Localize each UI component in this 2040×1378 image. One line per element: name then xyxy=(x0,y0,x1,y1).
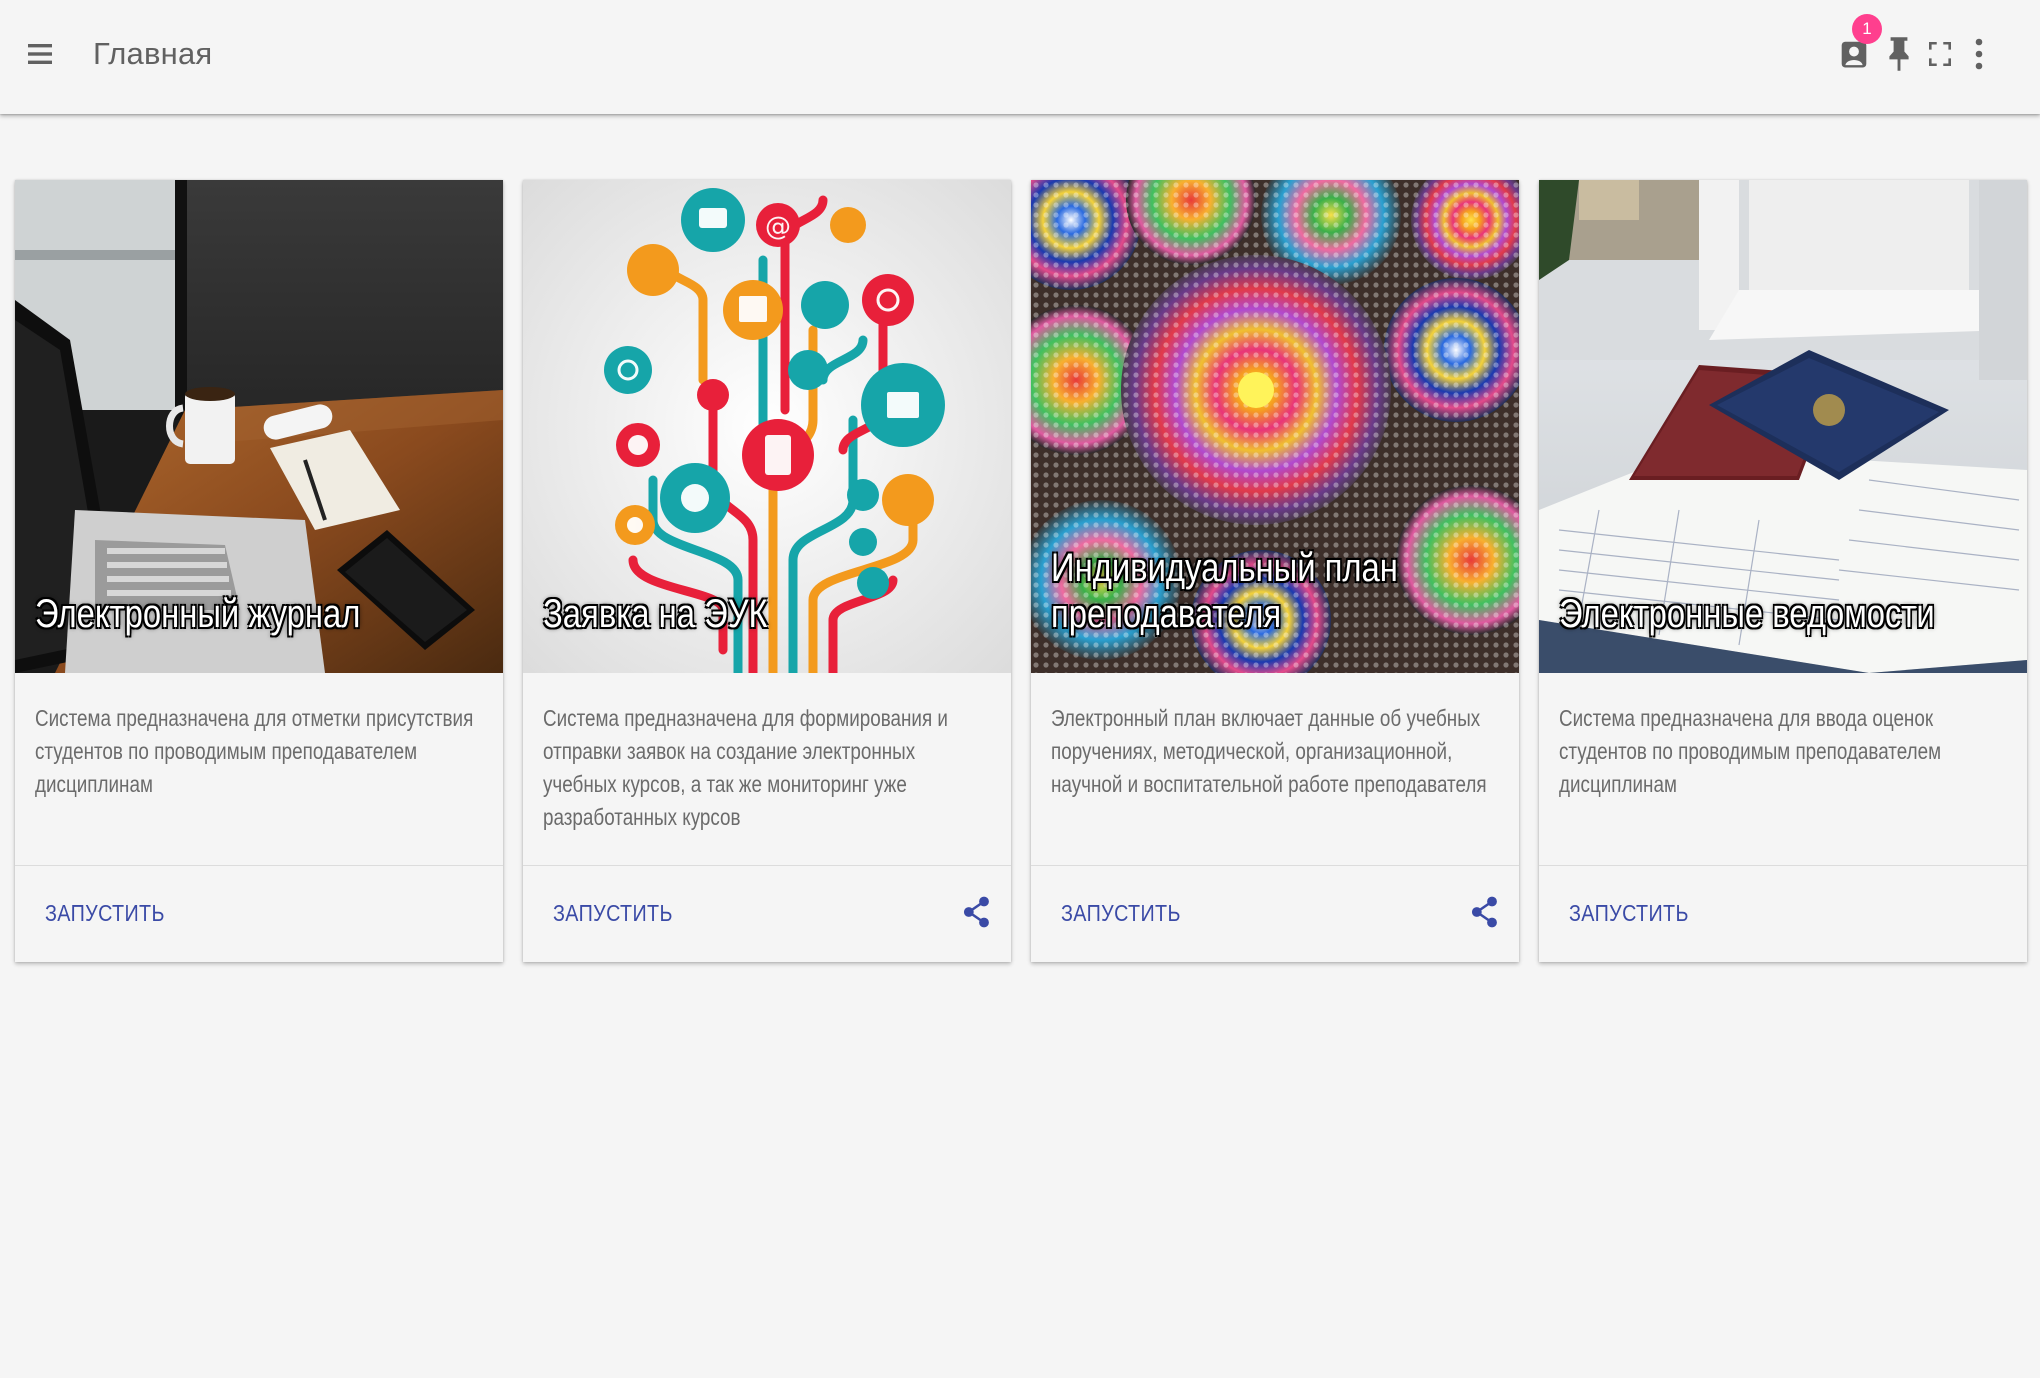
card-divider xyxy=(523,865,1011,866)
card-description: Система предназначена для формирования и… xyxy=(543,705,948,830)
card-title: Электронный журнал xyxy=(35,592,361,636)
app-card-teacher-plan: Индивидуальный план преподавателя Электр… xyxy=(1031,180,1519,962)
launch-button[interactable]: ЗАПУСТИТЬ xyxy=(45,900,165,927)
launch-button[interactable]: ЗАПУСТИТЬ xyxy=(553,900,673,927)
card-title: Заявка на ЭУК xyxy=(543,592,768,636)
app-card-journal: Электронный журнал Система предназначена… xyxy=(15,180,503,962)
share-icon xyxy=(1471,896,1497,928)
card-divider xyxy=(1539,865,2027,866)
launch-button[interactable]: ЗАПУСТИТЬ xyxy=(1061,900,1181,927)
fullscreen-button[interactable] xyxy=(1918,30,1962,78)
card-title: Индивидуальный план преподавателя xyxy=(1051,546,1398,636)
fullscreen-icon xyxy=(1929,42,1951,66)
app-bar: Главная 1 xyxy=(0,0,2040,114)
card-image[interactable]: Индивидуальный план преподавателя xyxy=(1031,180,1519,673)
more-options-button[interactable] xyxy=(1957,30,2001,78)
menu-button[interactable] xyxy=(22,36,58,72)
card-image[interactable]: Электронный журнал xyxy=(15,180,503,673)
card-description: Система предназначена для отметки присут… xyxy=(35,705,474,797)
app-card-grade-sheets: Электронные ведомости Система предназнач… xyxy=(1539,180,2027,962)
menu-icon xyxy=(28,44,52,64)
svg-text:@: @ xyxy=(765,212,791,242)
share-button[interactable] xyxy=(1467,892,1503,932)
card-description: Электронный план включает данные об учеб… xyxy=(1051,705,1487,797)
more-vert-icon xyxy=(1975,38,1983,70)
page-title: Главная xyxy=(93,36,213,71)
card-divider xyxy=(1031,865,1519,866)
card-title: Электронные ведомости xyxy=(1559,592,1935,636)
share-button[interactable] xyxy=(959,892,995,932)
share-icon xyxy=(963,896,989,928)
pin-icon xyxy=(1889,37,1909,71)
pin-button[interactable] xyxy=(1877,30,1921,78)
launch-button[interactable]: ЗАПУСТИТЬ xyxy=(1569,900,1689,927)
card-image[interactable]: @ Заявка на ЭУК xyxy=(523,180,1011,673)
card-image[interactable]: Электронные ведомости xyxy=(1539,180,2027,673)
card-description: Система предназначена для ввода оценок с… xyxy=(1559,705,1942,797)
app-card-euk-request: @ Заявка на ЭУК Система предназначена дл… xyxy=(523,180,1011,962)
card-divider xyxy=(15,865,503,866)
